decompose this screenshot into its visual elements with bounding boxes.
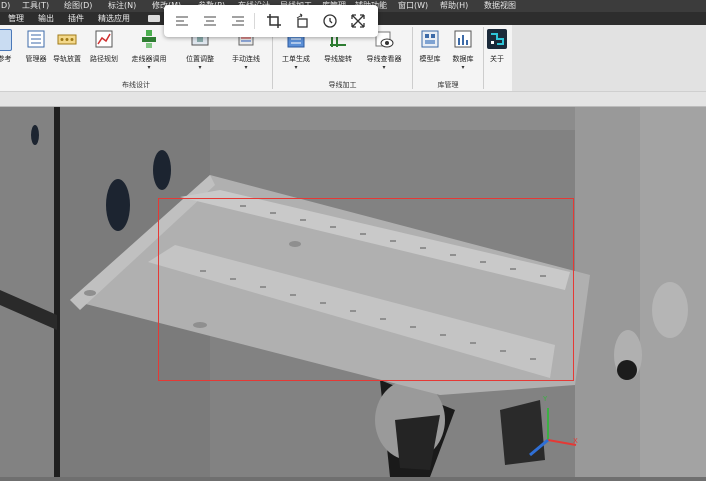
database-button[interactable]: 数据库 ▾ xyxy=(451,25,475,79)
wire-call-button[interactable]: 走线器调用 ▾ xyxy=(132,25,167,79)
top-rail xyxy=(210,107,575,130)
model-library-icon xyxy=(420,29,440,49)
align-left-icon[interactable] xyxy=(174,13,190,29)
ref-label: 显参考 xyxy=(0,55,12,63)
tab-featured-apps[interactable]: 精选应用 xyxy=(96,12,132,25)
history-icon[interactable] xyxy=(322,13,338,29)
work-order-dropdown-icon[interactable]: ▾ xyxy=(284,64,308,71)
align-right-icon[interactable] xyxy=(230,13,246,29)
plate-hole xyxy=(84,290,96,296)
axis-x-label: X xyxy=(573,437,578,445)
menu-item-dimension[interactable]: 标注(N) xyxy=(108,0,136,12)
cable-hole xyxy=(31,125,39,145)
work-order-label: 工单生成 xyxy=(282,55,310,63)
menu-item-draw[interactable]: 绘图(D) xyxy=(64,0,92,12)
toolbar-divider xyxy=(254,13,255,29)
path-plan-label: 路径规划 xyxy=(90,55,118,63)
rail-place-label: 导轨放置 xyxy=(53,55,81,63)
ref-button[interactable]: 显参考 xyxy=(0,25,12,79)
reference-icon xyxy=(0,29,12,51)
ribbon-empty-area xyxy=(512,25,706,91)
database-icon xyxy=(453,29,473,49)
path-plan-button[interactable]: 路径规划 xyxy=(90,25,118,79)
menu-item-data-view[interactable]: 数据视图 xyxy=(484,0,516,12)
cable-hole xyxy=(106,179,130,231)
menu-item-tools[interactable]: 工具(T) xyxy=(22,0,49,12)
ribbon-collapse-bar xyxy=(0,92,706,107)
model-lib-label: 模型库 xyxy=(419,55,441,63)
menu-item-window[interactable]: 窗口(W) xyxy=(398,0,428,12)
selection-rectangle[interactable] xyxy=(158,198,574,381)
manual-connect-label: 手动连线 xyxy=(232,55,260,63)
side-hole xyxy=(652,282,688,338)
about-button[interactable]: 关于 xyxy=(486,25,508,79)
lower-bracket xyxy=(500,400,545,465)
floating-toolbar xyxy=(164,5,378,37)
rail-icon xyxy=(57,29,77,49)
menu-item-help[interactable]: 帮助(H) xyxy=(440,0,468,12)
position-adjust-label: 位置调整 xyxy=(186,55,214,63)
tab-output[interactable]: 输出 xyxy=(36,12,56,25)
wire-tool-icon xyxy=(139,29,159,49)
wire-call-dropdown-icon[interactable]: ▾ xyxy=(137,64,161,71)
align-center-icon[interactable] xyxy=(202,13,218,29)
panel-label-processing: 导线加工 xyxy=(328,81,357,89)
panel-label-library: 库管理 xyxy=(437,81,459,89)
wire-rotate-label: 导线旋转 xyxy=(324,55,352,63)
side-hole-dark xyxy=(617,360,637,380)
model-lib-button[interactable]: 模型库 xyxy=(418,25,442,79)
about-label: 关于 xyxy=(490,55,504,63)
panel-label-design: 布线设计 xyxy=(122,81,150,89)
tab-manage[interactable]: 管理 xyxy=(6,12,26,25)
about-logo-icon xyxy=(487,29,507,49)
database-dropdown-icon[interactable]: ▾ xyxy=(451,64,475,71)
tab-plugins[interactable]: 插件 xyxy=(66,12,86,25)
manual-connect-dropdown-icon[interactable]: ▾ xyxy=(234,64,258,71)
manager-button[interactable]: 管理器 xyxy=(24,25,48,79)
rotate-icon[interactable] xyxy=(294,13,310,29)
crop-icon[interactable] xyxy=(266,13,282,29)
wire-call-label: 走线器调用 xyxy=(131,55,167,63)
wire-viewer-label: 导线查看器 xyxy=(366,55,402,63)
rail-place-button[interactable]: 导轨放置 xyxy=(53,25,81,79)
wire-viewer-dropdown-icon[interactable]: ▾ xyxy=(372,64,396,71)
database-label: 数据库 xyxy=(452,55,474,63)
path-plan-icon xyxy=(94,29,114,49)
axis-y-label: Y xyxy=(543,395,548,403)
cable-hole xyxy=(153,150,171,190)
menu-item[interactable]: D) xyxy=(1,0,10,12)
tab-overflow-icon[interactable] xyxy=(148,15,160,22)
position-adjust-dropdown-icon[interactable]: ▾ xyxy=(188,64,212,71)
fullscreen-icon[interactable] xyxy=(350,13,366,29)
manager-icon xyxy=(26,29,46,49)
